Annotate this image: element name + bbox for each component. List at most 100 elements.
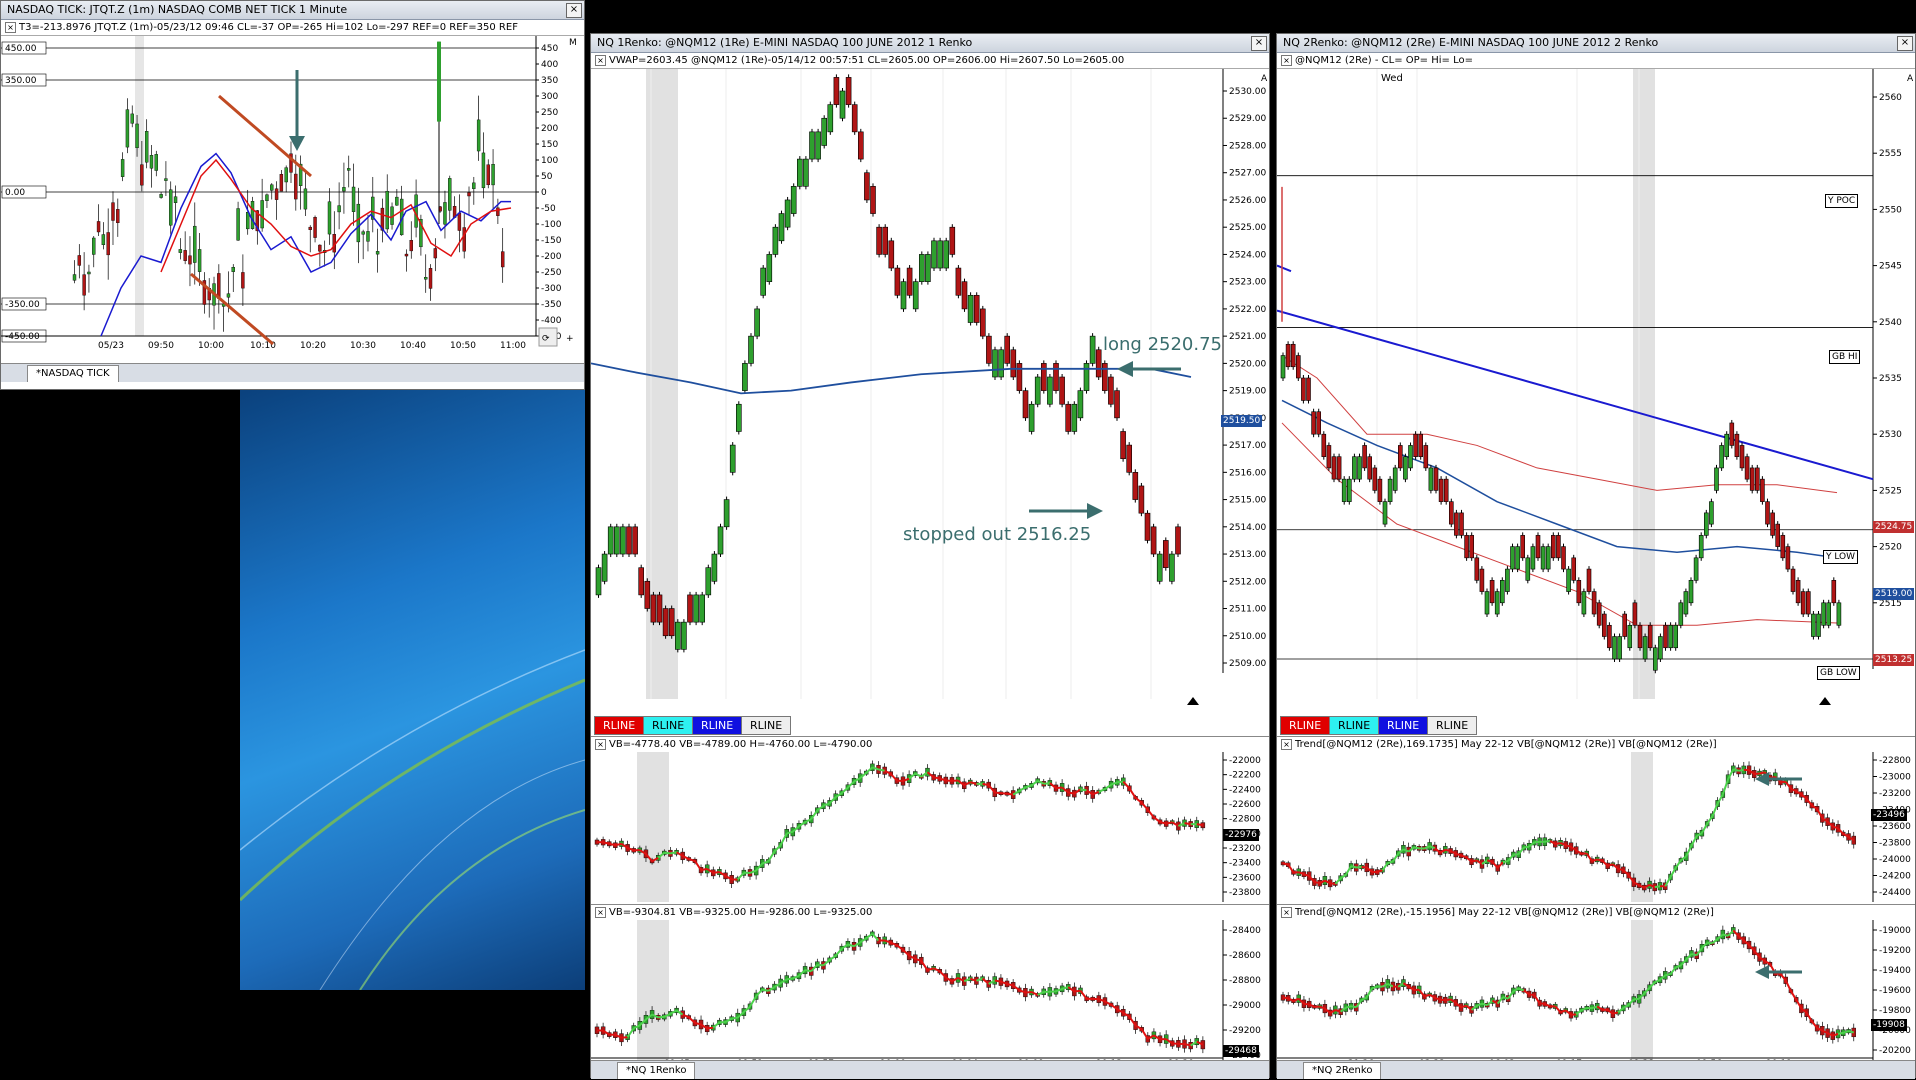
nq2-sub2-pane[interactable]: -19000-19200-19400-19600-19800-20000-202… — [1277, 920, 1915, 1065]
nq1s2-trend-line — [1080, 991, 1086, 999]
nq1-brick — [1029, 404, 1034, 431]
nq2-brick — [1378, 479, 1382, 501]
close-icon[interactable]: × — [1281, 907, 1292, 918]
nq2-brick — [1521, 535, 1525, 557]
nq2-brick — [1307, 378, 1311, 400]
nq2-brick — [1602, 614, 1606, 636]
tick-y-label: 150 — [541, 140, 558, 150]
nq2s2-trend-line — [1534, 995, 1539, 1003]
nq1-brick — [1096, 350, 1101, 377]
tick-candle — [261, 200, 264, 228]
nq2s1-trend-line — [1707, 816, 1712, 823]
nq1-brick — [1017, 363, 1022, 390]
nq1s1-trend-line — [609, 844, 615, 845]
nq1-info-bar: ×VWAP=2603.45 @NQM12 (1Re)-05/14/12 00:5… — [591, 53, 1269, 69]
tick-y-label: -150 — [541, 236, 562, 246]
close-icon[interactable]: × — [1251, 36, 1267, 51]
nq2-brick — [1551, 535, 1555, 557]
nq2-brick — [1526, 558, 1530, 580]
rline-button-grey[interactable]: RLINE — [1427, 716, 1477, 735]
nq1-brick — [681, 622, 686, 649]
rline-button-red[interactable]: RLINE — [594, 716, 644, 735]
nq1-sub1-info: ×VB=-4778.40 VB=-4789.00 H=-4760.00 L=-4… — [591, 736, 1269, 753]
nq1-brick — [1139, 486, 1144, 513]
nq1-y-tick-label: 2527.00 — [1229, 169, 1266, 179]
nq1-brick — [828, 105, 833, 132]
nq1-brick — [852, 105, 857, 132]
close-icon[interactable]: × — [566, 3, 582, 18]
nq2-brick — [1822, 603, 1826, 625]
nq2s1-trend-line — [1723, 779, 1728, 794]
rline-button-blue[interactable]: RLINE — [1378, 716, 1428, 735]
nq2-sub1-pane[interactable]: -22800-23000-23200-23400-23600-23800-240… — [1277, 752, 1915, 904]
nq2-brick — [1704, 513, 1708, 535]
nq2-brick — [1781, 535, 1785, 557]
nq2s1-trend-line — [1760, 772, 1765, 773]
nq2-brick — [1516, 547, 1520, 569]
nq2-brick — [1409, 445, 1413, 467]
nq1-renko-window[interactable]: NQ 1Renko: @NQM12 (1Re) E-MINI NASDAQ 10… — [590, 33, 1270, 1078]
nq1-brick — [1169, 554, 1174, 581]
ylow-label: Y LOW — [1823, 550, 1858, 564]
nq1-brick — [730, 445, 735, 472]
rline-button-blue[interactable]: RLINE — [692, 716, 742, 735]
session-shade — [637, 752, 669, 902]
tab-nasdaq-tick[interactable]: *NASDAQ TICK — [27, 365, 119, 382]
close-icon[interactable]: × — [595, 907, 606, 918]
nq2-brick — [1837, 603, 1841, 625]
close-icon[interactable]: × — [1897, 36, 1913, 51]
nq1-brick — [913, 282, 918, 309]
nq1s1-trend-line — [1080, 789, 1086, 790]
nq1-sub2-pane[interactable]: -28400-28600-28800-29000-29200-2940009:4… — [591, 920, 1269, 1065]
tick-y-label: -100 — [541, 220, 562, 230]
nq2-brick — [1495, 592, 1499, 614]
nq1-brick — [1005, 336, 1010, 363]
nq1-brick — [1023, 391, 1028, 418]
nq2-window-title: NQ 2Renko: @NQM12 (2Re) E-MINI NASDAQ 10… — [1277, 34, 1915, 53]
nq1-brick — [1084, 363, 1089, 390]
rline-button-grey[interactable]: RLINE — [741, 716, 791, 735]
tick-spike — [437, 42, 441, 122]
nq2-brick — [1771, 513, 1775, 535]
tab-nq1-renko[interactable]: *NQ 1Renko — [617, 1062, 695, 1079]
nq2-brick — [1505, 569, 1509, 591]
tick-x-label: 09:50 — [148, 341, 174, 351]
nq1-brick — [968, 295, 973, 322]
tick-candle — [472, 183, 475, 189]
nq1-brick — [877, 227, 882, 254]
close-icon[interactable]: × — [1281, 739, 1292, 750]
nq1-price-pane[interactable]: 2530.002529.002528.002527.002526.002525.… — [591, 69, 1269, 736]
nq1-brick — [919, 254, 924, 281]
nq2s1-trend-line — [1712, 804, 1717, 817]
nq2-price-pane[interactable]: 2560255525502545254025352530252525202515… — [1277, 69, 1915, 736]
close-icon[interactable]: × — [5, 22, 16, 33]
tick-chart-pane[interactable]: 450.00350.000.00-350.00-450.004504003503… — [1, 36, 584, 351]
rline-button-cyan[interactable]: RLINE — [1329, 716, 1379, 735]
close-icon[interactable]: × — [595, 55, 606, 66]
rline-button-red[interactable]: RLINE — [1280, 716, 1330, 735]
tab-nq2-renko[interactable]: *NQ 2Renko — [1303, 1062, 1381, 1079]
nq1s1-trend-line — [934, 777, 940, 778]
nq2-brick — [1720, 445, 1724, 467]
nq1-sub1-pane[interactable]: -22000-22200-22400-22600-22800-23000-232… — [591, 752, 1269, 904]
tick-chart-window[interactable]: NASDAQ TICK: JTQT.Z (1m) NASDAQ COMB NET… — [0, 0, 585, 390]
nq1s1-trend-line — [713, 872, 719, 873]
nq2-y-tick-label: 2550 — [1879, 205, 1902, 215]
tick-window-title: NASDAQ TICK: JTQT.Z (1m) NASDAQ COMB NET… — [1, 1, 584, 20]
nq2-brick — [1791, 569, 1795, 591]
corner-label: A — [1907, 74, 1914, 84]
nq2-brick — [1556, 535, 1560, 557]
nq1s2-y-tick-label: -28400 — [1229, 926, 1261, 936]
rline-button-cyan[interactable]: RLINE — [643, 716, 693, 735]
tick-candle — [357, 204, 360, 242]
nq2-brick — [1811, 614, 1815, 636]
nq2s1-trend-line — [1351, 866, 1356, 867]
nq2s2-trend-line — [1849, 1031, 1854, 1032]
tick-candle — [116, 209, 119, 222]
nq1-y-tick-label: 2530.00 — [1229, 87, 1266, 97]
close-icon[interactable]: × — [1281, 55, 1292, 66]
nq2-renko-window[interactable]: NQ 2Renko: @NQM12 (2Re) E-MINI NASDAQ 10… — [1276, 33, 1916, 1078]
close-icon[interactable]: × — [595, 739, 606, 750]
nq2s2-trend-line — [1723, 934, 1728, 935]
nq1-brick — [608, 527, 613, 554]
